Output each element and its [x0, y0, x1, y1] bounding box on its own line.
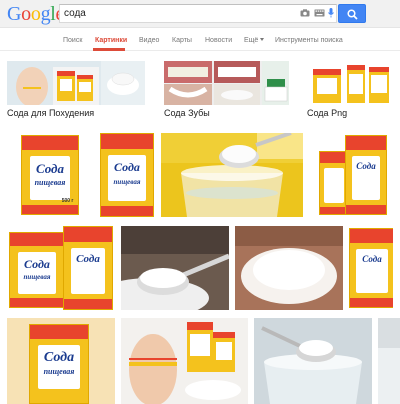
related-search-label[interactable]: Сода для Похудения: [7, 108, 94, 118]
logo-letter: o: [21, 3, 31, 25]
image-result[interactable]: Сода пищевая: [7, 318, 115, 404]
search-icon: [347, 9, 358, 20]
weight-loss-image: [121, 318, 248, 404]
box-band: [350, 229, 393, 244]
tab-news[interactable]: Новости: [205, 37, 232, 44]
related-search-thumbnail[interactable]: [164, 61, 289, 105]
search-type-nav: Поиск Картинки Видео Карты Новости Ещё И…: [0, 29, 400, 51]
box-band: [320, 152, 348, 164]
tab-video[interactable]: Видео: [139, 37, 159, 44]
image-result[interactable]: [121, 226, 229, 310]
box-band: [22, 136, 78, 151]
related-search-label[interactable]: Сода Зубы: [164, 108, 210, 118]
tab-images[interactable]: Картинки: [95, 37, 127, 44]
keyboard-icon[interactable]: [314, 9, 325, 17]
image-result[interactable]: [121, 318, 248, 404]
image-result[interactable]: Сода пищевая Сода: [7, 226, 115, 310]
image-result[interactable]: [254, 318, 372, 404]
soda-box: Сода: [349, 228, 393, 308]
search-tools-button[interactable]: Инструменты поиска: [275, 37, 343, 44]
search-input[interactable]: [64, 6, 294, 21]
soda-box: Сода пищевая 500 г: [21, 135, 79, 215]
tab-more[interactable]: Ещё: [244, 37, 265, 44]
box-brand-text: Сода: [362, 253, 382, 264]
image-result[interactable]: [378, 318, 400, 404]
box-band: [64, 299, 112, 309]
related-image-teeth: [164, 61, 289, 105]
google-logo[interactable]: Google: [7, 4, 64, 24]
box-band: [350, 297, 393, 307]
box-band: [10, 298, 64, 307]
image-result[interactable]: Сода пищевая 500 г: [7, 133, 91, 217]
related-image-png: [307, 61, 393, 105]
soda-box: Сода пищевая: [9, 232, 65, 308]
box-band: [346, 136, 386, 151]
powder-bowl-image: [235, 226, 343, 310]
camera-icon[interactable]: [300, 9, 310, 17]
soda-box: Сода пищевая: [29, 324, 89, 404]
related-search-thumbnail[interactable]: [7, 61, 145, 105]
image-result[interactable]: [235, 226, 343, 310]
soda-box: Сода: [63, 226, 113, 310]
logo-letter: o: [30, 3, 41, 25]
search-header: Google: [0, 0, 400, 28]
active-tab-indicator: [93, 48, 125, 51]
soda-box: Сода: [345, 135, 387, 215]
search-box[interactable]: [59, 4, 337, 23]
box-band: [101, 206, 153, 216]
box-subtitle-text: пищевая: [43, 367, 75, 377]
box-weight-text: 500 г: [61, 197, 74, 204]
tab-more-label: Ещё: [244, 37, 259, 44]
box-band: [320, 206, 348, 214]
box-subtitle-text: пищевая: [23, 272, 51, 281]
tab-maps[interactable]: Карты: [172, 37, 192, 44]
box-subtitle-text: пищевая: [113, 178, 141, 187]
related-search-thumbnail[interactable]: [307, 61, 393, 105]
box-band: [101, 134, 153, 149]
spoon-over-glass-image: [161, 133, 303, 217]
soda-box: Сода пищевая: [100, 133, 154, 217]
search-button[interactable]: [338, 4, 366, 23]
box-band: [10, 233, 64, 247]
image-result[interactable]: Сода: [309, 133, 393, 217]
box-brand-text: Сода: [356, 160, 376, 171]
box-band: [346, 204, 386, 214]
tab-web[interactable]: Поиск: [63, 37, 82, 44]
spoon-over-glass-image: [254, 318, 372, 404]
logo-letter: G: [7, 3, 22, 25]
related-image-weight-loss: [7, 61, 145, 105]
related-search-label[interactable]: Сода Png: [307, 108, 347, 118]
caret-down-icon: [260, 38, 265, 41]
microphone-icon[interactable]: [328, 8, 334, 18]
box-band: [64, 227, 112, 242]
box-band: [22, 204, 78, 214]
box-panel: [323, 168, 345, 203]
box-brand-text: Сода: [76, 253, 100, 266]
image-result[interactable]: Сода: [349, 226, 393, 310]
box-subtitle-text: пищевая: [34, 178, 66, 188]
partial-image: [378, 318, 400, 404]
box-band: [30, 325, 88, 340]
box-brand-text: Сода: [114, 160, 140, 175]
box-brand-text: Сода: [24, 256, 50, 271]
spoon-with-powder-image: [121, 226, 229, 310]
box-brand-text: Сода: [35, 160, 65, 176]
logo-letter: g: [40, 3, 51, 25]
image-result[interactable]: Сода пищевая: [98, 133, 156, 217]
image-result[interactable]: [161, 133, 303, 217]
box-brand-text: Сода: [43, 349, 75, 365]
